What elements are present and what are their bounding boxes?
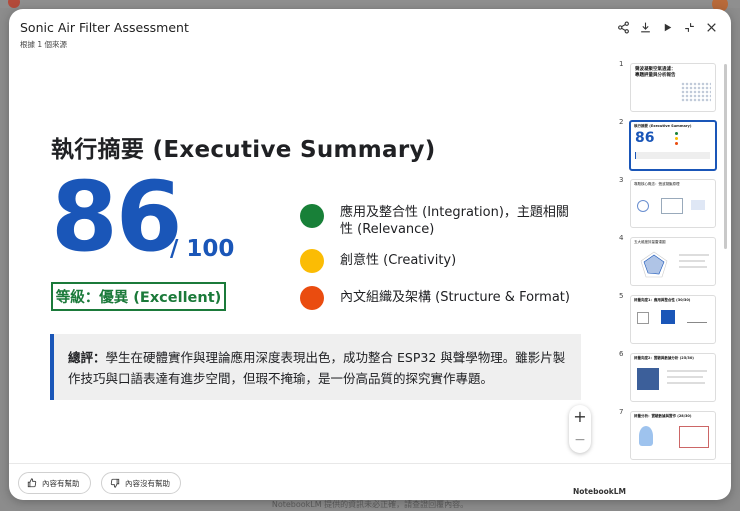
dialog-title: Sonic Air Filter Assessment	[20, 20, 189, 35]
thumbnail-text: 執行摘要 (Executive Summary)	[634, 124, 692, 128]
thumbnail-dot	[675, 132, 678, 135]
not-helpful-label: 內容沒有幫助	[125, 478, 170, 488]
comment-text: 學生在硬體實作與理論應用深度表現出色，成功整合 ESP32 與聲學物理。雖影片製…	[68, 350, 566, 386]
thumbnail-text: 專題核心概念：聲波凝聚原理	[634, 182, 680, 186]
play-icon[interactable]	[659, 19, 675, 35]
status-dot-orange	[300, 286, 324, 310]
thumbnail-text: 聲波凝聚空氣過濾：專題評量與分析報告	[635, 67, 676, 78]
thumbnail-graphic	[687, 314, 707, 323]
thumbnail-text: 評量向度1：應用與整合性 (30/30)	[634, 298, 691, 302]
thumbnail-text: 評量分析：實驗數據與實作 (28/30)	[634, 414, 692, 418]
close-icon[interactable]	[703, 19, 719, 35]
thumbnail-graphic	[637, 368, 659, 390]
not-helpful-button[interactable]: 內容沒有幫助	[101, 472, 181, 494]
thumbnail-score: 86	[635, 130, 655, 146]
share-icon[interactable]	[615, 19, 631, 35]
thumbnail-text: 五大維度評量雷達圖	[634, 240, 666, 244]
thumbnail-comment-box	[635, 152, 710, 159]
grade-badge: 等級：優異 (Excellent)	[51, 282, 226, 311]
thumbnail-preview[interactable]: 評量向度1：應用與整合性 (30/30)	[630, 295, 716, 344]
footer-divider	[9, 463, 731, 464]
helpful-button[interactable]: 內容有幫助	[18, 472, 91, 494]
thumbnail-number: 7	[619, 408, 624, 416]
thumbnail-radar-graphic	[640, 251, 668, 278]
thumbnail-graphic	[691, 200, 705, 210]
source-count: 根據 1 個來源	[20, 40, 68, 49]
thumbs-down-icon	[110, 478, 120, 488]
criterion-label: 創意性 (Creativity)	[340, 253, 457, 268]
thumbnail-text: 評量向度2：實驗與數據分析 (25/30)	[634, 356, 694, 360]
thumbnail-graphic	[637, 200, 649, 212]
thumbnail-preview[interactable]: 專題核心概念：聲波凝聚原理	[630, 179, 716, 228]
criterion-item: 創意性 (Creativity)	[300, 249, 580, 273]
zoom-in-button[interactable]: +	[569, 407, 591, 427]
thumbnail-dot	[675, 142, 678, 145]
thumbnail-line	[679, 266, 707, 268]
status-dot-green	[300, 204, 324, 228]
thumbnail-preview[interactable]: 五大維度評量雷達圖	[630, 237, 716, 286]
slide-viewer-dialog: Sonic Air Filter Assessment 根據 1 個來源 執行摘…	[9, 9, 731, 500]
thumbs-up-icon	[27, 478, 37, 488]
thumbnail-rail[interactable]: 1 聲波凝聚空氣過濾：專題評量與分析報告 2 執行摘要 (Executive S…	[610, 57, 722, 462]
brand-watermark: NotebookLM	[573, 487, 627, 496]
thumbnail-preview-selected[interactable]: 執行摘要 (Executive Summary) 86	[629, 120, 717, 171]
collapse-icon[interactable]	[681, 19, 697, 35]
total-score: 86	[51, 161, 183, 273]
slide-title: 執行摘要 (Executive Summary)	[51, 137, 436, 163]
thumbnail-number: 1	[619, 60, 624, 68]
thumbnail-preview[interactable]: 評量向度2：實驗與數據分析 (25/30)	[630, 353, 716, 402]
thumbnail-graphic	[661, 310, 675, 324]
status-dot-yellow	[300, 249, 324, 273]
criterion-label: 應用及整合性 (Integration)，主題相關性 (Relevance)	[340, 205, 569, 237]
background-app-bar	[0, 0, 740, 8]
thumbnail-graphic	[661, 198, 683, 214]
criterion-item: 應用及整合性 (Integration)，主題相關性 (Relevance)	[300, 204, 580, 238]
download-icon[interactable]	[637, 19, 653, 35]
thumbnail-number: 6	[619, 350, 624, 358]
thumbnail-item[interactable]: 7 評量分析：實驗數據與實作 (28/30)	[610, 405, 722, 462]
thumbnail-scrollbar[interactable]	[724, 64, 727, 249]
thumbnail-graphic	[639, 426, 653, 446]
thumbnail-number: 4	[619, 234, 624, 242]
slide-canvas: 執行摘要 (Executive Summary) 86 / 100 等級：優異 …	[20, 84, 626, 496]
score-max: / 100	[170, 236, 235, 262]
thumbnail-graphic	[637, 312, 649, 324]
criterion-item: 內文組織及架構 (Structure & Format)	[300, 286, 580, 310]
zoom-control: + −	[569, 405, 591, 453]
thumbnail-number: 3	[619, 176, 624, 184]
thumbnail-dot	[675, 137, 678, 140]
zoom-out-button[interactable]: −	[569, 430, 591, 450]
header-toolbar	[615, 19, 719, 35]
thumbnail-preview[interactable]: 聲波凝聚空氣過濾：專題評量與分析報告	[630, 63, 716, 112]
thumbnail-line	[667, 370, 707, 372]
thumbnail-line	[679, 254, 709, 256]
thumbnail-line	[679, 260, 705, 262]
thumbnail-preview[interactable]: 評量分析：實驗數據與實作 (28/30)	[630, 411, 716, 460]
thumbnail-graphic	[681, 82, 711, 102]
overall-comment: 總評：學生在硬體實作與理論應用深度表現出色，成功整合 ESP32 與聲學物理。雖…	[50, 334, 581, 400]
disclaimer-note: NotebookLM 提供的資訊未必正確，請查證回覆內容。	[271, 500, 469, 509]
thumbnail-number: 2	[619, 118, 624, 126]
thumbnail-number: 5	[619, 292, 624, 300]
thumbnail-line	[667, 382, 705, 384]
criterion-label: 內文組織及架構 (Structure & Format)	[340, 290, 570, 305]
comment-label: 總評：	[68, 350, 106, 365]
thumbnail-line	[667, 376, 703, 378]
thumbnail-graphic	[679, 426, 709, 448]
helpful-label: 內容有幫助	[42, 478, 80, 488]
